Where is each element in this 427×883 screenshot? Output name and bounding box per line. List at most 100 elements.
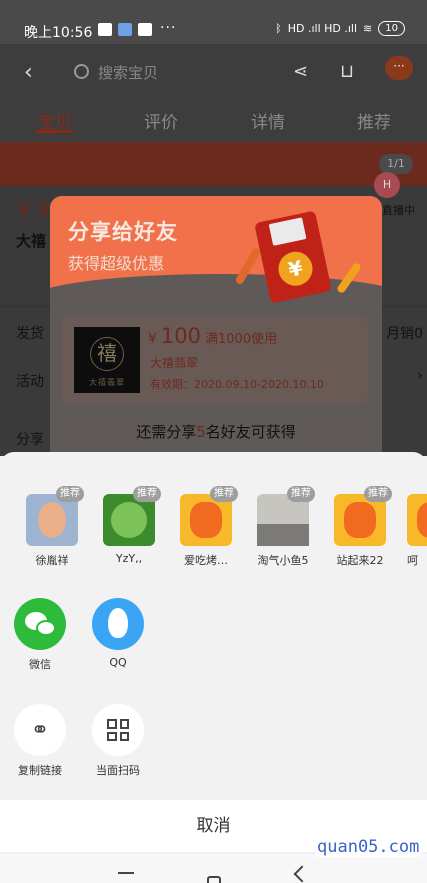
- recommend-badge: 推荐: [56, 486, 84, 502]
- friend-name: 爱吃烤…: [184, 554, 228, 567]
- search-icon: [74, 64, 89, 79]
- live-label: 直播中: [382, 204, 415, 217]
- watermark: quan05.com: [315, 837, 422, 857]
- home-icon[interactable]: [207, 876, 221, 883]
- currency-symbol: ¥: [148, 331, 157, 347]
- more-menu-icon[interactable]: ···: [385, 56, 413, 80]
- tab-active-indicator: [36, 130, 72, 133]
- avatar: [407, 494, 427, 546]
- play-store-icon: [118, 23, 132, 36]
- wechat-bubble: [36, 620, 56, 636]
- status-right: ᛒ HD .ıll HD .ıll ≋ 10: [275, 21, 405, 36]
- search-input[interactable]: 搜索宝贝: [60, 56, 280, 88]
- share-requirement: 还需分享5名好友可获得: [50, 421, 382, 442]
- shop-logo-mark: 禧: [90, 337, 124, 371]
- app-label: 微信: [29, 658, 51, 671]
- friend-item[interactable]: 呵: [407, 494, 427, 568]
- copy-link-button[interactable]: ⚭ 复制链接: [5, 704, 75, 778]
- link-icon: ⚭: [14, 704, 66, 756]
- tab-reviews[interactable]: 评价: [144, 108, 178, 133]
- coupon-shop: 大禧翡翠: [150, 356, 199, 370]
- live-avatar-icon: H: [374, 172, 400, 198]
- tab-details[interactable]: 详情: [251, 108, 285, 133]
- qr-glyph: [107, 719, 129, 741]
- friend-name: 徐胤祥: [35, 554, 69, 567]
- share-to-qq-button[interactable]: QQ: [83, 598, 153, 669]
- avatar: 推荐: [334, 486, 392, 546]
- avatar: 推荐: [180, 486, 238, 546]
- search-placeholder: 搜索宝贝: [98, 64, 159, 82]
- recommend-badge: 推荐: [210, 486, 238, 502]
- note-prefix: 还需分享: [136, 423, 197, 441]
- friend-name: YzY,,: [115, 552, 143, 565]
- envelope-paper: [268, 217, 307, 246]
- penguin-shape: [108, 608, 128, 638]
- card-subtitle: 获得超级优惠: [68, 254, 165, 273]
- friend-name: 呵: [407, 554, 418, 567]
- message-icon: [98, 23, 112, 36]
- friend-item[interactable]: 推荐 爱吃烤…: [176, 486, 238, 568]
- monthly-sales: 月销0: [386, 326, 423, 342]
- recommend-badge: 推荐: [364, 486, 392, 502]
- avatar: 推荐: [257, 486, 315, 546]
- app-label: 复制链接: [18, 764, 62, 777]
- coupon: 禧 大禧翡翠 ¥ 100 满1000使用 大禧翡翠 有效期：2020.09.10…: [62, 316, 368, 404]
- chevron-left-icon[interactable]: ‹: [24, 60, 33, 85]
- share-sheet: 推荐 徐胤祥 推荐 YzY,, 推荐 爱吃烤… 推荐 淘气小鱼5 推荐 站起来2…: [0, 452, 427, 883]
- link-glyph: ⚭: [30, 717, 50, 743]
- coupon-validity: 有效期：2020.09.10-2020.10.10: [150, 378, 324, 391]
- signal-icon: HD .ıll HD .ıll: [287, 22, 358, 35]
- chevron-right-icon: ›: [417, 368, 423, 384]
- friend-item[interactable]: 推荐 淘气小鱼5: [253, 486, 315, 568]
- recommend-badge: 推荐: [133, 486, 161, 502]
- friend-name: 淘气小鱼5: [257, 554, 309, 567]
- top-bar: ‹ 搜索宝贝 ⋖ ⊔ ···: [0, 44, 427, 100]
- share-icon[interactable]: ⋖: [293, 61, 308, 82]
- back-icon[interactable]: [293, 865, 311, 883]
- app-label: 当面扫码: [96, 764, 140, 777]
- note-suffix: 名好友可获得: [205, 423, 296, 441]
- qq-icon: [92, 598, 144, 650]
- qr-code-icon: [92, 704, 144, 756]
- friend-name: 站起来22: [336, 554, 384, 567]
- shop-logo: 禧 大禧翡翠: [74, 327, 140, 393]
- cart-icon[interactable]: ⊔: [340, 61, 354, 82]
- coupon-price: ¥ 100 满1000使用: [148, 324, 277, 348]
- app-notification-icon: [138, 23, 152, 36]
- system-nav-bar: [0, 854, 427, 883]
- product-banner: 1/1: [0, 142, 427, 186]
- note-count: 5: [196, 423, 206, 441]
- promotion-row[interactable]: 活动: [16, 371, 44, 391]
- share-reward-card: 分享给好友 获得超级优惠 ¥ 禧 大禧翡翠 ¥ 100 满1000使用 大禧翡翠…: [50, 196, 382, 461]
- image-counter: 1/1: [379, 154, 413, 174]
- tab-recommend[interactable]: 推荐: [357, 108, 391, 133]
- product-tabs: 宝贝 评价 详情 推荐: [0, 100, 427, 142]
- scan-qr-button[interactable]: 当面扫码: [83, 704, 153, 778]
- yuan-coin-icon: ¥: [275, 248, 316, 289]
- coupon-condition: 满1000使用: [205, 332, 278, 347]
- product-title: 大禧: [16, 232, 47, 250]
- friend-item[interactable]: 推荐 徐胤祥: [22, 486, 84, 568]
- avatar: 推荐: [26, 486, 84, 546]
- card-header: 分享给好友 获得超级优惠 ¥: [50, 196, 382, 324]
- status-time: 晚上10:56: [24, 25, 93, 41]
- coupon-amount: 100: [160, 324, 202, 348]
- battery-icon: 10: [378, 21, 405, 36]
- app-label: QQ: [109, 656, 127, 669]
- bluetooth-icon: ᛒ: [275, 22, 282, 35]
- share-to-wechat-button[interactable]: 微信: [5, 598, 75, 672]
- menu-icon[interactable]: [118, 872, 134, 874]
- more-notifications-icon: ···: [160, 20, 177, 36]
- product-price: ¥ 9: [18, 198, 50, 222]
- share-row[interactable]: 分享: [16, 429, 44, 449]
- shop-logo-text: 大禧翡翠: [89, 378, 125, 387]
- shipping-row[interactable]: 发货: [16, 323, 44, 343]
- recommend-badge: 推荐: [287, 486, 315, 502]
- friend-item[interactable]: 推荐 YzY,,: [99, 486, 161, 565]
- wifi-icon: ≋: [363, 22, 373, 35]
- status-bar: 晚上10:56 ··· ᛒ HD .ıll HD .ıll ≋ 10: [0, 0, 427, 44]
- card-title: 分享给好友: [68, 220, 178, 244]
- friend-item[interactable]: 推荐 站起来22: [330, 486, 392, 568]
- avatar: 推荐: [103, 486, 161, 546]
- wechat-icon: [14, 598, 66, 650]
